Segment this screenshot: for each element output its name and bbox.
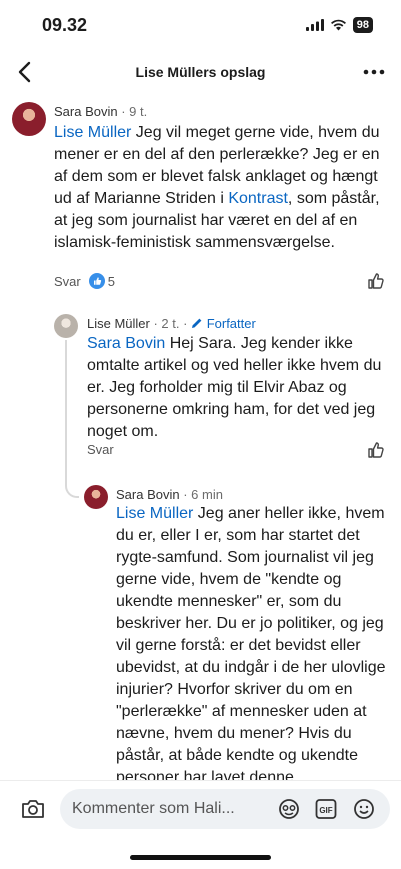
camera-icon[interactable] (20, 796, 46, 822)
page-title: Lise Müllers opslag (135, 64, 266, 80)
compose-bar: Kommenter som Hali... GIF (0, 780, 401, 836)
reply-text: Lise Müller Jeg aner heller ikke, hvem d… (116, 505, 386, 780)
like-icon[interactable] (367, 272, 385, 290)
signal-icon (305, 19, 324, 31)
like-count: 5 (107, 273, 115, 289)
author-badge: Forfatter (206, 316, 256, 331)
mention-link[interactable]: Sara Bovin (87, 335, 165, 352)
more-icon[interactable] (361, 60, 387, 84)
avatar[interactable] (84, 485, 108, 509)
comment-time: · 9 t. (121, 104, 148, 119)
pencil-icon (192, 318, 202, 328)
mention-link[interactable]: Lise Müller (54, 124, 131, 141)
like-icon[interactable] (367, 441, 385, 459)
reply-button[interactable]: Svar (87, 442, 114, 457)
wifi-icon (330, 19, 346, 31)
comments-feed[interactable]: Sara Bovin · 9 t. Lise Müller Jeg vil me… (0, 96, 401, 780)
svg-text:GIF: GIF (319, 806, 332, 815)
battery-icon: 98 (352, 17, 373, 33)
avatar[interactable] (54, 314, 78, 338)
comment-placeholder: Kommenter som Hali... (72, 800, 235, 817)
status-time: 09.32 (42, 15, 88, 35)
reply-time: · 6 min (183, 487, 223, 502)
status-bar: 09.32 98 (0, 0, 401, 48)
thread-line (65, 340, 67, 480)
reaction-count[interactable]: 5 (88, 273, 115, 289)
comment-author-line: Sara Bovin · 9 t. (54, 104, 147, 119)
comment-input[interactable]: Kommenter som Hali... GIF (60, 789, 390, 829)
reply-text: Sara Bovin Hej Sara. Jeg kender ikke omt… (87, 335, 382, 440)
mention-link[interactable]: Lise Müller (116, 505, 193, 522)
author-name[interactable]: Sara Bovin (116, 487, 180, 502)
gif-icon[interactable]: GIF (315, 798, 337, 820)
reply-author-line: Sara Bovin · 6 min (116, 487, 223, 502)
reply-author-line: Lise Müller · 2 t. · Forfatter (87, 316, 256, 331)
nav-bar: Lise Müllers opslag (0, 48, 401, 96)
status-icons: 98 (305, 17, 373, 33)
sticker-icon[interactable] (278, 798, 300, 820)
reply-button[interactable]: Svar (54, 274, 81, 289)
reply-time: · 2 t. · (153, 316, 188, 331)
kontrast-link[interactable]: Kontrast (228, 190, 288, 207)
reply-actions: Svar (87, 442, 114, 457)
comment-actions: Svar 5 (54, 273, 115, 289)
emoji-icon[interactable] (353, 798, 375, 820)
author-name[interactable]: Lise Müller (87, 316, 150, 331)
like-reaction-icon (88, 273, 105, 289)
avatar[interactable] (12, 102, 46, 136)
comment-text: Lise Müller Jeg vil meget gerne vide, hv… (54, 124, 380, 251)
author-name[interactable]: Sara Bovin (54, 104, 118, 119)
thread-connector (65, 468, 79, 498)
home-indicator[interactable] (130, 855, 271, 860)
